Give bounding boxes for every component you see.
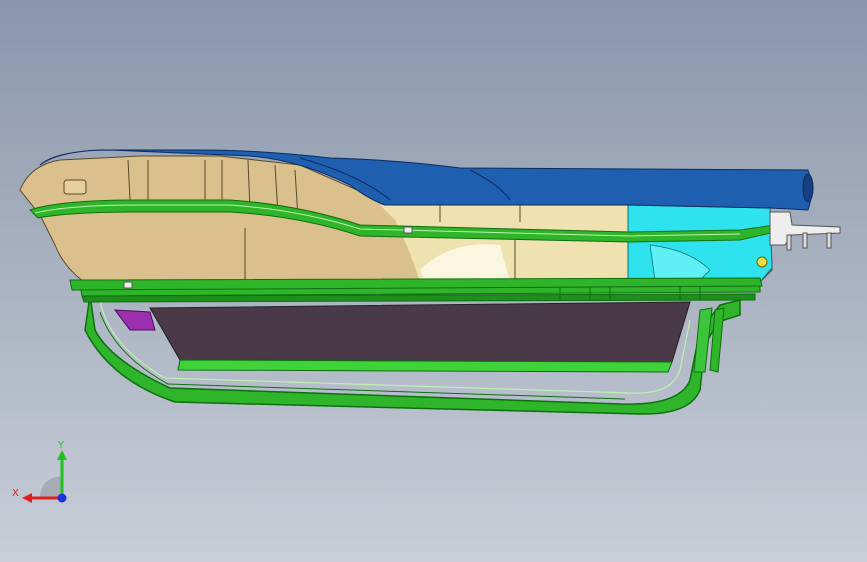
white-tag (123, 281, 133, 289)
y-axis-label: Y (57, 440, 65, 451)
dark-panel[interactable] (149, 301, 691, 363)
coordinate-triad-icon: Y X (12, 440, 67, 503)
purple-part[interactable] (113, 309, 156, 331)
z-axis-dot (57, 493, 67, 503)
graphics-viewport[interactable]: Y X (0, 0, 867, 562)
x-axis-label: X (12, 488, 19, 499)
cad-model[interactable] (0, 0, 867, 562)
coordinate-triad: Y X (10, 438, 80, 508)
white-tag (403, 226, 413, 234)
